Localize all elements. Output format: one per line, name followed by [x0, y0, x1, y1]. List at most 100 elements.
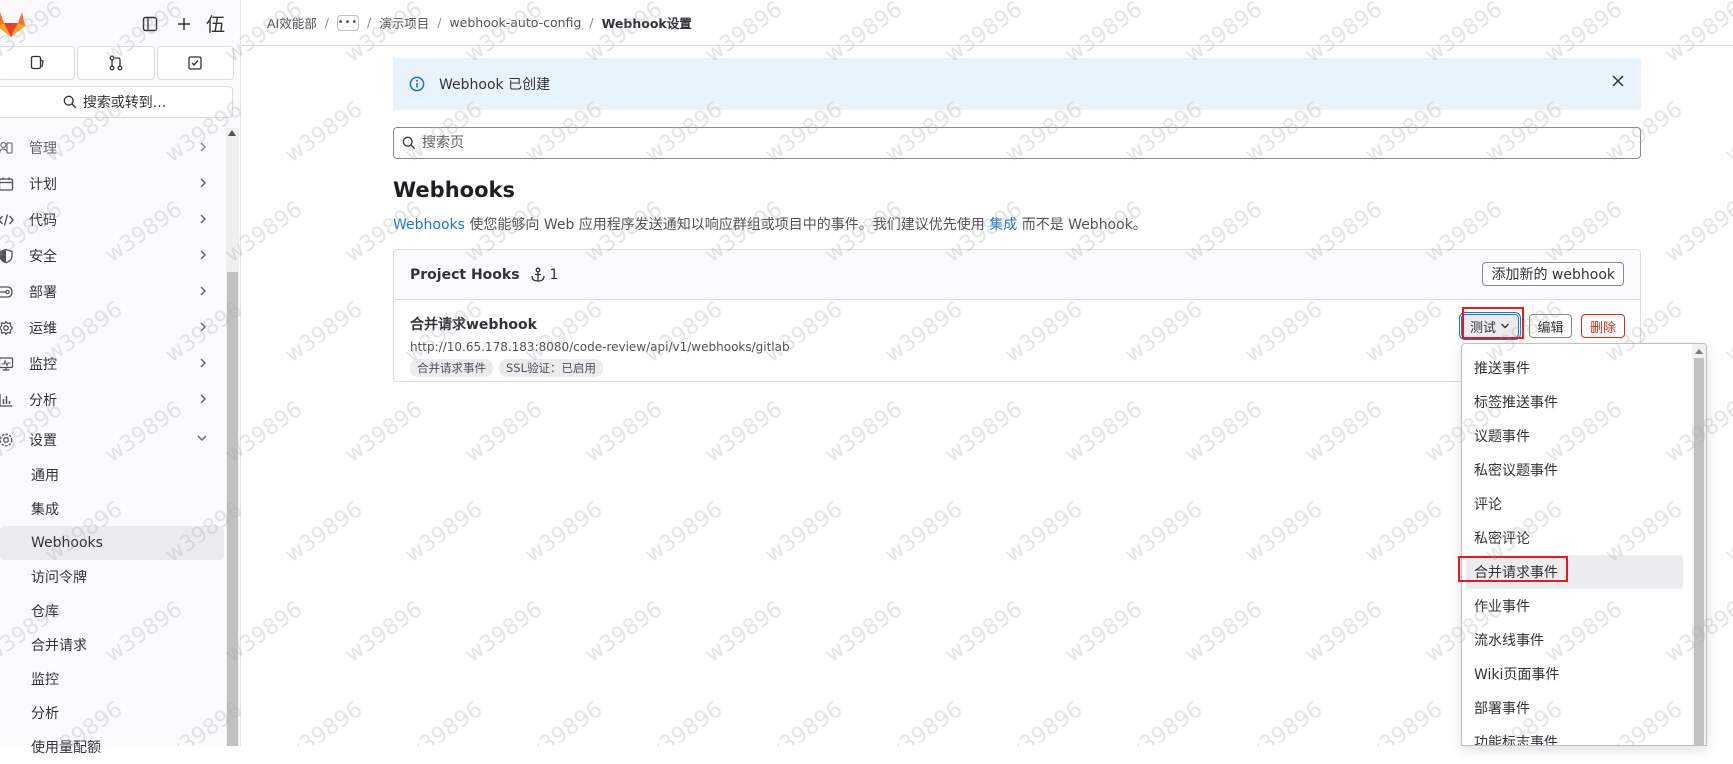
sidebar-item-label: 管理 — [29, 141, 57, 157]
settings-sub-usage-quotas[interactable]: 使用量配额 — [0, 730, 222, 764]
breadcrumb-more-button[interactable]: ••• — [336, 14, 359, 31]
breadcrumb-repo[interactable]: webhook-auto-config — [449, 15, 581, 30]
sidebar-item-label: 监控 — [29, 357, 57, 373]
edit-button[interactable]: 编辑 — [1529, 314, 1572, 338]
todo-button[interactable] — [156, 46, 234, 80]
sidebar-nav: 管理 计划 代码 安全 部署 运维 监控 分析 设置 通用 集成 Webhook… — [0, 130, 224, 764]
dropdown-item-deployment[interactable]: 部署事件 — [1462, 691, 1706, 725]
sidebar-scrollbar-thumb[interactable] — [227, 272, 238, 746]
merge-request-icon — [109, 55, 123, 71]
gitlab-logo-icon[interactable] — [0, 8, 28, 38]
watermark-text: w39896 — [700, 397, 788, 468]
description-text: 使您能够向 Web 应用程序发送通知以响应群组或项目中的事件。我们建议优先使用 — [464, 217, 990, 233]
add-webhook-button[interactable]: 添加新的 webhook — [1482, 262, 1624, 286]
dropdown-item-confidential-comment[interactable]: 私密评论 — [1462, 521, 1706, 555]
hook-url: http://10.65.178.183:8080/code-review/ap… — [410, 340, 790, 354]
dropdown-scrollbar-thumb[interactable] — [1694, 358, 1704, 745]
sidebar-item-settings[interactable]: 设置 — [0, 422, 222, 458]
dropdown-item-confidential-issue[interactable]: 私密议题事件 — [1462, 453, 1706, 487]
breadcrumb-group[interactable]: AI效能部 — [267, 13, 317, 32]
chevron-right-icon — [198, 357, 208, 369]
watermark-text: w39896 — [280, 697, 368, 746]
close-icon[interactable] — [1611, 74, 1625, 88]
watermark-text: w39896 — [1060, 397, 1148, 468]
watermark-text: w39896 — [1720, 97, 1733, 168]
monitor-icon — [0, 354, 18, 374]
dropdown-item-push[interactable]: 推送事件 — [1462, 351, 1706, 385]
page-title: Webhooks — [393, 178, 515, 202]
plus-icon[interactable] — [172, 12, 196, 36]
watermark-text: w39896 — [1180, 397, 1268, 468]
watermark-text: w39896 — [1240, 697, 1328, 746]
watermark-text: w39896 — [1300, 397, 1388, 468]
merge-requests-button[interactable] — [77, 46, 155, 80]
watermark-text: w39896 — [640, 497, 728, 568]
breadcrumb-separator: / — [437, 15, 442, 30]
sidebar-item-monitor[interactable]: 监控 — [0, 346, 222, 382]
dropdown-item-issue[interactable]: 议题事件 — [1462, 419, 1706, 453]
settings-sub-webhooks[interactable]: Webhooks — [0, 526, 224, 560]
search-or-goto-button[interactable]: 搜索或转到... — [0, 86, 233, 118]
sidebar-item-label: 设置 — [29, 433, 57, 449]
webhooks-doc-link[interactable]: Webhooks — [393, 217, 465, 233]
scroll-up-arrow-icon[interactable] — [228, 130, 236, 136]
hooks-count: 1 — [530, 267, 558, 283]
dropdown-item-feature-flag[interactable]: 功能标志事件 — [1462, 725, 1706, 745]
watermark-text: w39896 — [1360, 497, 1448, 568]
sidebar-item-operations[interactable]: 运维 — [0, 310, 222, 346]
shield-icon — [0, 246, 18, 266]
sidebar-item-code[interactable]: 代码 — [0, 202, 222, 238]
chevron-right-icon — [198, 285, 208, 297]
user-avatar[interactable]: 伍 — [206, 10, 225, 37]
dropdown-item-comment[interactable]: 评论 — [1462, 487, 1706, 521]
settings-sub-access-tokens[interactable]: 访问令牌 — [0, 560, 222, 594]
settings-sub-merge-requests[interactable]: 合并请求 — [0, 628, 222, 662]
watermark-text: w39896 — [1720, 497, 1733, 568]
sidebar-item-manage[interactable]: 管理 — [0, 130, 222, 166]
watermark-text: w39896 — [760, 697, 848, 746]
page-search-input[interactable] — [420, 134, 1520, 152]
sidebar-item-label: 部署 — [29, 285, 57, 301]
chevron-right-icon — [198, 141, 208, 153]
sidebar-toggle-icon[interactable] — [138, 12, 162, 36]
operations-icon — [0, 318, 18, 338]
watermark-text: w39896 — [340, 597, 428, 668]
watermark-text: w39896 — [1000, 497, 1088, 568]
dropdown-item-pipeline[interactable]: 流水线事件 — [1462, 623, 1706, 657]
sidebar-item-plan[interactable]: 计划 — [0, 166, 222, 202]
watermark-text: w39896 — [580, 597, 668, 668]
watermark-text: w39896 — [1660, 197, 1733, 268]
project-hooks-title: Project Hooks — [410, 266, 520, 283]
settings-sub-integrations[interactable]: 集成 — [0, 492, 222, 526]
dropdown-scroll-up-icon[interactable] — [1695, 349, 1703, 354]
dropdown-item-wiki-page[interactable]: Wiki页面事件 — [1462, 657, 1706, 691]
search-icon — [63, 95, 76, 109]
breadcrumb-separator: / — [589, 15, 594, 30]
dropdown-item-tag-push[interactable]: 标签推送事件 — [1462, 385, 1706, 419]
calendar-icon — [0, 174, 18, 194]
settings-sub-monitor[interactable]: 监控 — [0, 662, 222, 696]
sidebar-item-security[interactable]: 安全 — [0, 238, 222, 274]
breadcrumb-project[interactable]: 演示项目 — [379, 13, 429, 32]
integrations-link[interactable]: 集成 — [989, 217, 1017, 233]
issues-button[interactable] — [0, 46, 76, 80]
dropdown-item-job[interactable]: 作业事件 — [1462, 589, 1706, 623]
watermark-text: w39896 — [820, 397, 908, 468]
watermark-text: w39896 — [820, 597, 908, 668]
settings-sub-repository[interactable]: 仓库 — [0, 594, 222, 628]
todo-icon — [188, 56, 202, 70]
chevron-right-icon — [198, 393, 208, 405]
watermark-text: w39896 — [1060, 597, 1148, 668]
settings-sub-general[interactable]: 通用 — [0, 458, 222, 492]
sidebar-item-label: 计划 — [29, 177, 57, 193]
sidebar-item-deploy[interactable]: 部署 — [0, 274, 222, 310]
breadcrumb-current[interactable]: Webhook设置 — [602, 13, 692, 32]
hook-badges: 合并请求事件 SSL验证：已启用 — [410, 359, 1624, 377]
search-icon — [402, 136, 416, 150]
delete-button[interactable]: 删除 — [1581, 314, 1625, 338]
page-search-box — [393, 127, 1641, 159]
sidebar-item-analytics[interactable]: 分析 — [0, 382, 222, 418]
settings-sub-analytics[interactable]: 分析 — [0, 696, 222, 730]
chevron-right-icon — [198, 249, 208, 261]
watermark-text: w39896 — [400, 497, 488, 568]
